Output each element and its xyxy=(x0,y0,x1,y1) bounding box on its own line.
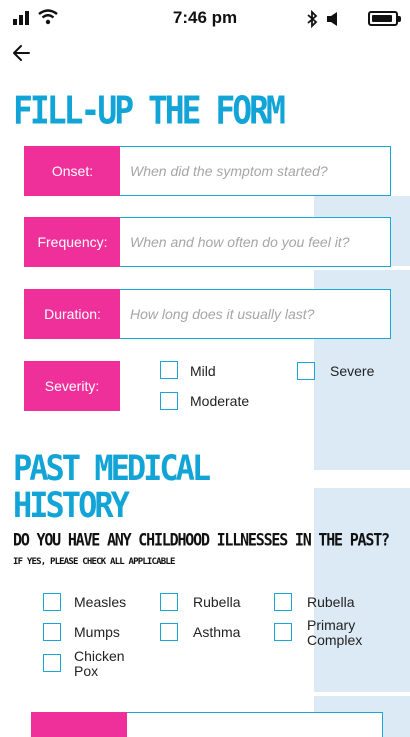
illness-measles-checkbox[interactable] xyxy=(43,593,61,611)
illness-mumps-label: Mumps xyxy=(74,624,120,640)
status-time: 7:46 pm xyxy=(172,8,238,27)
illness-asthma-checkbox[interactable] xyxy=(160,623,178,641)
illness-mumps-checkbox[interactable] xyxy=(43,623,61,641)
illness-rubella-2-label: Rubella xyxy=(307,594,355,610)
status-bar: 7:46 pm xyxy=(0,0,410,38)
bluetooth-icon xyxy=(307,10,318,28)
illness-asthma-label: Asthma xyxy=(193,624,241,640)
frequency-label: Frequency: xyxy=(24,217,121,267)
severity-moderate-label: Moderate xyxy=(190,393,250,409)
frequency-input[interactable] xyxy=(120,217,391,267)
severity-mild-label: Mild xyxy=(190,363,216,379)
illness-primary-complex-checkbox[interactable] xyxy=(274,623,292,641)
onset-input[interactable] xyxy=(120,146,391,196)
onset-label: Onset: xyxy=(24,146,121,196)
childhood-illness-hint: IF YES, PLEASE CHECK ALL APPLICABLE xyxy=(13,557,175,567)
background-stripe xyxy=(314,488,410,692)
next-field-label xyxy=(31,712,128,737)
illness-rubella-label: Rubella xyxy=(193,594,241,610)
section-title-past-medical-history: PAST MEDICAL HISTORY xyxy=(13,447,211,526)
duration-input[interactable] xyxy=(120,289,391,339)
illness-chicken-pox-checkbox[interactable] xyxy=(43,654,61,672)
illness-chicken-pox-label: Chicken Pox xyxy=(74,648,125,679)
severity-severe-label: Severe xyxy=(330,363,375,379)
duration-label: Duration: xyxy=(24,289,121,339)
illness-primary-complex-label: Primary Complex xyxy=(307,617,363,648)
illness-measles-label: Measles xyxy=(74,594,127,610)
severity-severe-checkbox[interactable] xyxy=(297,362,315,380)
mute-icon xyxy=(327,12,337,26)
back-arrow-icon[interactable] xyxy=(10,42,32,64)
severity-label: Severity: xyxy=(24,361,120,411)
severity-mild-checkbox[interactable] xyxy=(160,361,178,379)
battery-icon xyxy=(368,11,401,26)
next-field-input[interactable] xyxy=(127,712,383,737)
severity-moderate-checkbox[interactable] xyxy=(160,392,178,410)
illness-rubella-checkbox[interactable] xyxy=(160,593,178,611)
childhood-illness-question: DO YOU HAVE ANY CHILDHOOD ILLNESSES IN T… xyxy=(13,530,390,550)
page-title: FILL-UP THE FORM xyxy=(13,88,286,133)
illness-rubella-2-checkbox[interactable] xyxy=(274,593,292,611)
